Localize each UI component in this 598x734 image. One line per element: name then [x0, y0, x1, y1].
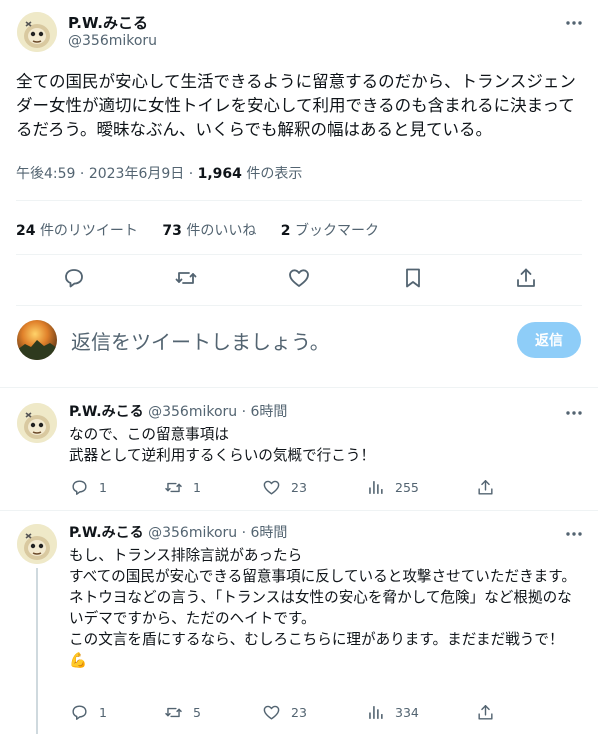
like-count: 23: [291, 480, 307, 495]
view-count: 334: [395, 705, 419, 720]
author-handle[interactable]: @356mikoru: [68, 33, 157, 49]
reply-icon: [72, 480, 87, 495]
bookmark-icon[interactable]: [401, 266, 425, 290]
reply-author-avatar[interactable]: [17, 524, 57, 564]
retweet-count: 1: [193, 480, 201, 495]
reply-display-name[interactable]: P.W.みこる: [69, 404, 144, 420]
more-icon[interactable]: [564, 403, 584, 423]
reply-icon[interactable]: [62, 266, 86, 290]
views-action[interactable]: 334: [366, 703, 419, 722]
like-action[interactable]: 23: [262, 478, 307, 497]
view-count: 255: [395, 480, 419, 495]
likes-stat[interactable]: 73 件のいいね: [162, 223, 256, 239]
bookmarks-stat[interactable]: 2 ブックマーク: [281, 223, 379, 239]
reply-author-avatar[interactable]: [17, 403, 57, 443]
share-icon[interactable]: [514, 266, 538, 290]
retweet-action[interactable]: 5: [164, 703, 201, 722]
like-count: 23: [291, 705, 307, 720]
views-label: 件の表示: [246, 166, 303, 182]
retweets-stat[interactable]: 24 件のリツイート: [16, 223, 138, 239]
flexed-biceps-emoji: 💪: [69, 652, 88, 669]
reply-tweet[interactable]: P.W.みこる @356mikoru · 6時間 なので、この留意事項は 武器と…: [0, 394, 598, 514]
reply-action[interactable]: 1: [70, 478, 107, 497]
reply-count: 1: [99, 480, 107, 495]
reply-text: なので、この留意事項は 武器として逆利用するくらいの気概で行こう！: [69, 426, 376, 464]
thread-line: [36, 568, 38, 734]
retweet-action[interactable]: 1: [164, 478, 201, 497]
views-count: 1,964: [197, 166, 242, 182]
reply-compose-input[interactable]: 返信をツイートしましょう。: [71, 326, 330, 355]
current-user-avatar[interactable]: [17, 320, 57, 360]
reply-header: P.W.みこる @356mikoru · 6時間: [69, 404, 288, 420]
reply-handle[interactable]: @356mikoru: [148, 404, 237, 420]
more-icon[interactable]: [564, 524, 584, 544]
reply-count: 1: [99, 705, 107, 720]
reply-submit-button[interactable]: 返信: [517, 322, 581, 358]
reply-time[interactable]: 6時間: [251, 404, 288, 420]
share-action[interactable]: [476, 478, 495, 497]
reply-tweet[interactable]: P.W.みこる @356mikoru · 6時間 もし、トランス排除言説があった…: [0, 515, 598, 734]
retweet-icon[interactable]: [174, 266, 198, 290]
tweet-date[interactable]: 2023年6月9日: [89, 166, 184, 182]
views-icon: [369, 481, 383, 494]
share-icon: [478, 480, 493, 495]
reply-text: もし、トランス排除言説があったら すべての国民が安心できる留意事項に反していると…: [69, 545, 584, 671]
tweet-meta: 午後4:59 · 2023年6月9日 · 1,964 件の表示: [16, 166, 303, 182]
views-action[interactable]: 255: [366, 478, 419, 497]
more-icon[interactable]: [564, 13, 584, 33]
like-icon: [263, 480, 280, 495]
engagement-stats: 24 件のリツイート 73 件のいいね 2 ブックマーク: [16, 220, 399, 240]
reply-header: P.W.みこる @356mikoru · 6時間: [69, 525, 288, 541]
tweet-time[interactable]: 午後4:59: [16, 166, 75, 182]
reply-action[interactable]: 1: [70, 703, 107, 722]
retweet-icon: [165, 707, 182, 718]
retweet-count: 5: [193, 705, 201, 720]
reply-icon: [72, 705, 87, 720]
reply-display-name[interactable]: P.W.みこる: [69, 525, 144, 541]
reply-time[interactable]: 6時間: [251, 525, 288, 541]
like-icon[interactable]: [287, 266, 311, 290]
author-display-name[interactable]: P.W.みこる: [68, 12, 148, 33]
views-icon: [369, 706, 383, 719]
share-action[interactable]: [476, 703, 495, 722]
tweet-text: 全ての国民が安心して生活できるように留意するのだから、トランスジェンダー女性が適…: [16, 72, 576, 139]
like-action[interactable]: 23: [262, 703, 307, 722]
share-icon: [478, 705, 493, 720]
author-avatar[interactable]: [17, 12, 57, 52]
reply-handle[interactable]: @356mikoru: [148, 525, 237, 541]
like-icon: [263, 705, 280, 720]
retweet-icon: [165, 482, 182, 493]
